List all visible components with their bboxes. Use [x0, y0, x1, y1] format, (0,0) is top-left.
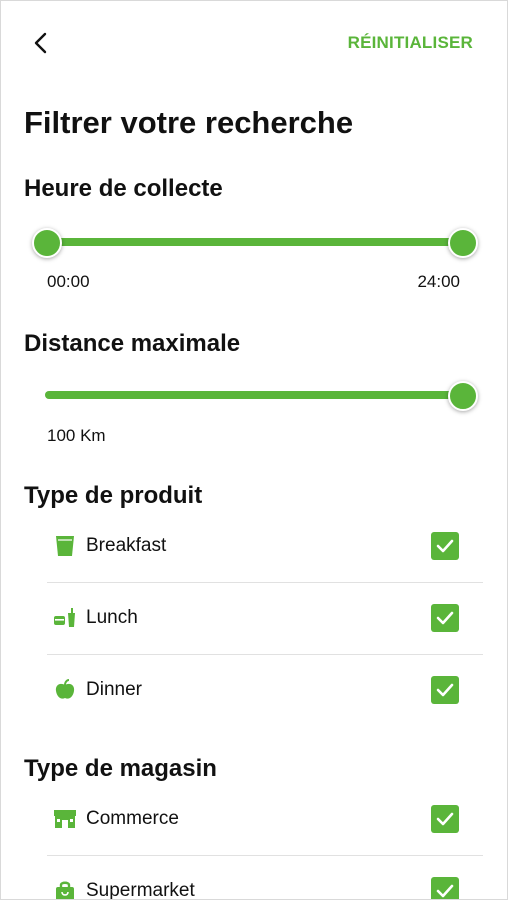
slider-thumb-start[interactable] — [32, 228, 62, 258]
shopping-bag-icon — [53, 879, 77, 899]
slider-thumb-end[interactable] — [448, 228, 478, 258]
apple-icon — [53, 678, 77, 702]
checkmark-icon — [436, 539, 454, 553]
dinner-checkbox[interactable] — [431, 676, 459, 704]
store-option-commerce[interactable]: Commerce — [47, 783, 483, 856]
pickup-time-min-label: 00:00 — [47, 272, 90, 291]
slider-thumb[interactable] — [448, 381, 478, 411]
option-label: Commerce — [86, 808, 179, 829]
chevron-left-icon — [34, 32, 47, 54]
page-title: Filtrer votre recherche — [24, 105, 354, 140]
lunch-checkbox[interactable] — [431, 604, 459, 632]
distance-value-label: 100 Km — [47, 426, 106, 445]
product-option-dinner[interactable]: Dinner — [47, 654, 483, 726]
distance-title: Distance maximale — [24, 330, 241, 357]
option-label: Breakfast — [86, 535, 167, 556]
pickup-time-max-label: 24:00 — [417, 272, 460, 291]
distance-slider[interactable] — [45, 380, 478, 411]
option-label: Supermarket — [86, 880, 195, 900]
cup-icon — [53, 534, 77, 558]
breakfast-checkbox[interactable] — [431, 532, 459, 560]
slider-fill — [45, 391, 461, 399]
back-button[interactable] — [23, 25, 59, 61]
filter-screen: RÉINITIALISER Filtrer votre recherche He… — [0, 0, 508, 900]
slider-fill — [45, 238, 461, 246]
pickup-time-range-slider[interactable] — [32, 227, 478, 258]
storefront-icon — [53, 807, 77, 831]
lunch-icon — [53, 606, 77, 630]
checkmark-icon — [436, 683, 454, 697]
pickup-time-title: Heure de collecte — [24, 175, 223, 202]
product-option-breakfast[interactable]: Breakfast — [47, 510, 483, 583]
supermarket-checkbox[interactable] — [431, 877, 459, 899]
store-type-title: Type de magasin — [24, 755, 217, 782]
checkmark-icon — [436, 611, 454, 625]
option-label: Lunch — [86, 607, 138, 628]
product-option-lunch[interactable]: Lunch — [47, 582, 483, 655]
checkmark-icon — [436, 812, 454, 826]
option-label: Dinner — [86, 679, 142, 700]
product-type-title: Type de produit — [24, 482, 203, 509]
checkmark-icon — [436, 884, 454, 898]
store-option-supermarket[interactable]: Supermarket — [47, 855, 483, 900]
reset-button[interactable]: RÉINITIALISER — [348, 33, 473, 53]
commerce-checkbox[interactable] — [431, 805, 459, 833]
